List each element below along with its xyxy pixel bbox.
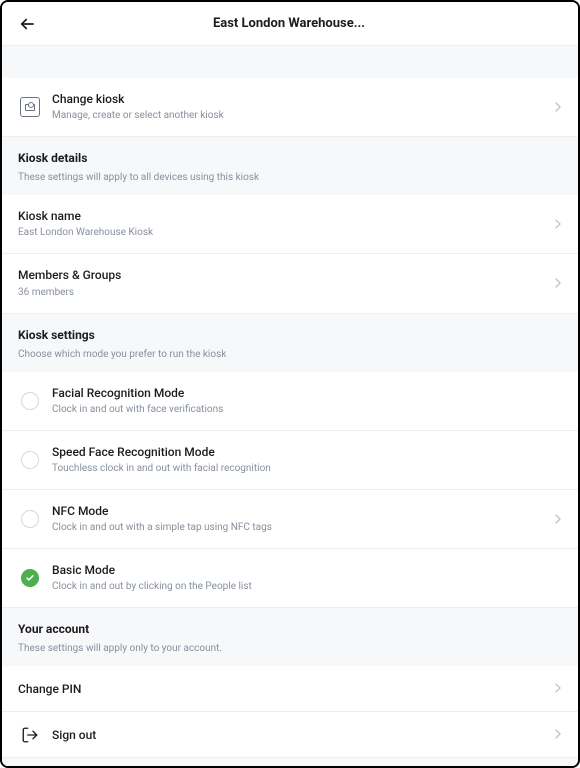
kiosk-settings-title: Kiosk settings [18, 328, 562, 342]
members-value: 36 members [18, 286, 546, 300]
mode-row[interactable]: Basic Mode Clock in and out by clicking o… [2, 549, 578, 608]
change-pin-label: Change PIN [18, 681, 546, 697]
chevron-right-icon [554, 679, 562, 698]
your-account-header: Your account These settings will apply o… [2, 608, 578, 666]
mode-desc: Clock in and out with a simple tap using… [52, 521, 546, 535]
mode-row[interactable]: Facial Recognition Mode Clock in and out … [2, 372, 578, 431]
kiosk-name-row[interactable]: Kiosk name East London Warehouse Kiosk [2, 195, 578, 254]
chevron-right-icon [554, 274, 562, 293]
mode-desc: Clock in and out by clicking on the Peop… [52, 580, 562, 594]
your-account-title: Your account [18, 622, 562, 636]
mode-desc: Clock in and out with face verifications [52, 403, 562, 417]
mode-title: Facial Recognition Mode [52, 385, 562, 401]
mode-radio[interactable] [18, 392, 42, 410]
your-account-subtitle: These settings will apply only to your a… [18, 642, 562, 656]
chevron-right-icon [554, 98, 562, 117]
kiosk-icon [18, 97, 42, 117]
mode-title: Basic Mode [52, 562, 562, 578]
kiosk-details-subtitle: These settings will apply to all devices… [18, 171, 562, 185]
members-groups-row[interactable]: Members & Groups 36 members [2, 254, 578, 313]
mode-row[interactable]: NFC Mode Clock in and out with a simple t… [2, 490, 578, 549]
change-kiosk-row[interactable]: Change kiosk Manage, create or select an… [2, 78, 578, 137]
chevron-right-icon [554, 510, 562, 529]
kiosk-settings-subtitle: Choose which mode you prefer to run the … [18, 348, 562, 362]
chevron-right-icon [554, 725, 562, 744]
change-pin-row[interactable]: Change PIN [2, 666, 578, 712]
kiosk-details-title: Kiosk details [18, 151, 562, 165]
change-kiosk-subtitle: Manage, create or select another kiosk [52, 109, 546, 123]
kiosk-settings-header: Kiosk settings Choose which mode you pre… [2, 314, 578, 372]
mode-radio[interactable] [18, 569, 42, 587]
members-label: Members & Groups [18, 267, 546, 283]
mode-radio[interactable] [18, 451, 42, 469]
kiosk-name-value: East London Warehouse Kiosk [18, 226, 546, 240]
sign-out-label: Sign out [52, 727, 546, 743]
switch-mode-button[interactable]: Switch to Personal Mode [2, 758, 578, 768]
spacer [2, 46, 578, 78]
change-kiosk-title: Change kiosk [52, 91, 546, 107]
mode-title: NFC Mode [52, 503, 546, 519]
mode-title: Speed Face Recognition Mode [52, 444, 562, 460]
sign-out-icon [18, 726, 42, 744]
mode-row[interactable]: Speed Face Recognition Mode Touchless clo… [2, 431, 578, 490]
mode-radio[interactable] [18, 510, 42, 528]
sign-out-row[interactable]: Sign out [2, 712, 578, 758]
kiosk-details-header: Kiosk details These settings will apply … [2, 137, 578, 195]
kiosk-name-label: Kiosk name [18, 208, 546, 224]
chevron-right-icon [554, 215, 562, 234]
page-title: East London Warehouse... [16, 16, 562, 31]
mode-desc: Touchless clock in and out with facial r… [52, 462, 562, 476]
